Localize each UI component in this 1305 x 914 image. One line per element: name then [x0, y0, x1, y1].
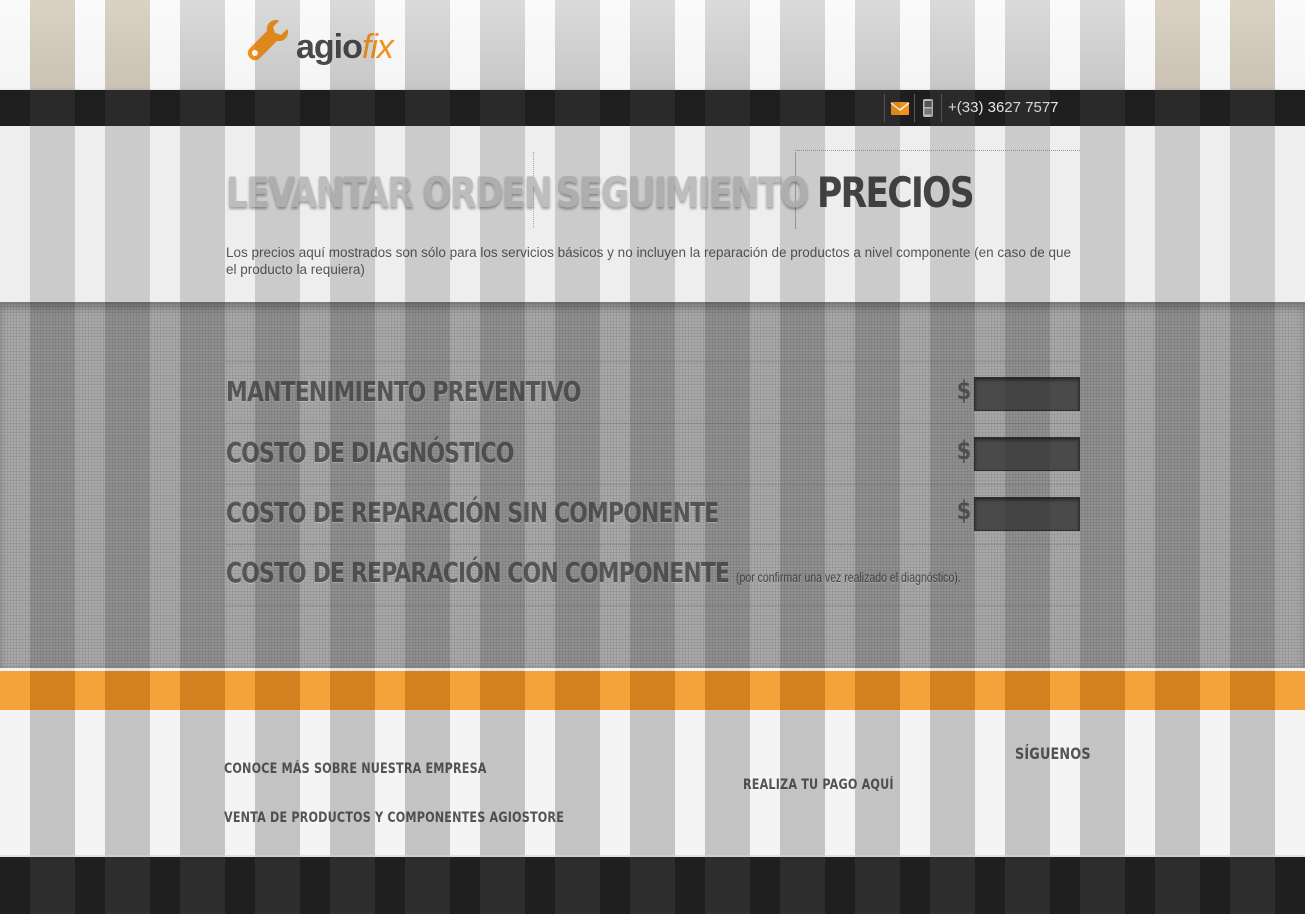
currency-symbol: $ — [956, 496, 972, 526]
orange-divider — [0, 668, 1305, 713]
logo-text-main: agio — [296, 28, 363, 66]
price-label-reparacion-con-componente: COSTO DE REPARACIÓN CON COMPONENTE (por … — [226, 556, 961, 589]
contact-bar: +(33) 3627 7577 — [0, 90, 1305, 126]
bottom-bar — [0, 855, 1305, 914]
price-label-text: COSTO DE REPARACIÓN CON COMPONENTE — [226, 556, 730, 589]
logo-text-accent: fix — [361, 28, 394, 66]
wrench-icon — [247, 20, 288, 61]
footer-link-about[interactable]: CONOCE MÁS SOBRE NUESTRA EMPRESA — [224, 761, 487, 777]
footer-link-agiostore[interactable]: VENTA DE PRODUCTOS Y COMPONENTES AGIOSTO… — [224, 810, 564, 826]
price-label-mantenimiento: MANTENIMIENTO PREVENTIVO — [226, 375, 581, 408]
price-label-reparacion-sin-componente: COSTO DE REPARACIÓN SIN COMPONENTE — [226, 496, 719, 529]
tab-seguimiento[interactable]: SEGUIMIENTO — [556, 168, 809, 217]
mail-icon[interactable] — [889, 97, 911, 119]
footer — [0, 710, 1305, 855]
tab-levantar-orden[interactable]: LEVANTAR ORDEN — [226, 168, 553, 217]
tab-precios[interactable]: PRECIOS — [817, 168, 975, 217]
price-label-diagnostico: COSTO DE DIAGNÓSTICO — [226, 436, 515, 469]
price-field-reparacion-sin-componente — [974, 497, 1080, 531]
currency-symbol: $ — [956, 436, 972, 466]
mobile-phone-icon — [923, 99, 933, 117]
intro-text: Los precios aquí mostrados son sólo para… — [226, 245, 1071, 277]
footer-follow-title: SÍGUENOS — [1015, 744, 1091, 763]
brand-logo[interactable]: agiofix — [246, 18, 394, 66]
currency-symbol: $ — [956, 376, 972, 406]
phone-number: +(33) 3627 7577 — [948, 99, 1059, 116]
price-field-diagnostico — [974, 437, 1080, 471]
footer-link-payment[interactable]: REALIZA TU PAGO AQUÍ — [743, 777, 894, 793]
price-note: (por confirmar una vez realizado el diag… — [735, 570, 961, 585]
price-field-mantenimiento — [974, 377, 1080, 411]
header — [0, 0, 1305, 90]
